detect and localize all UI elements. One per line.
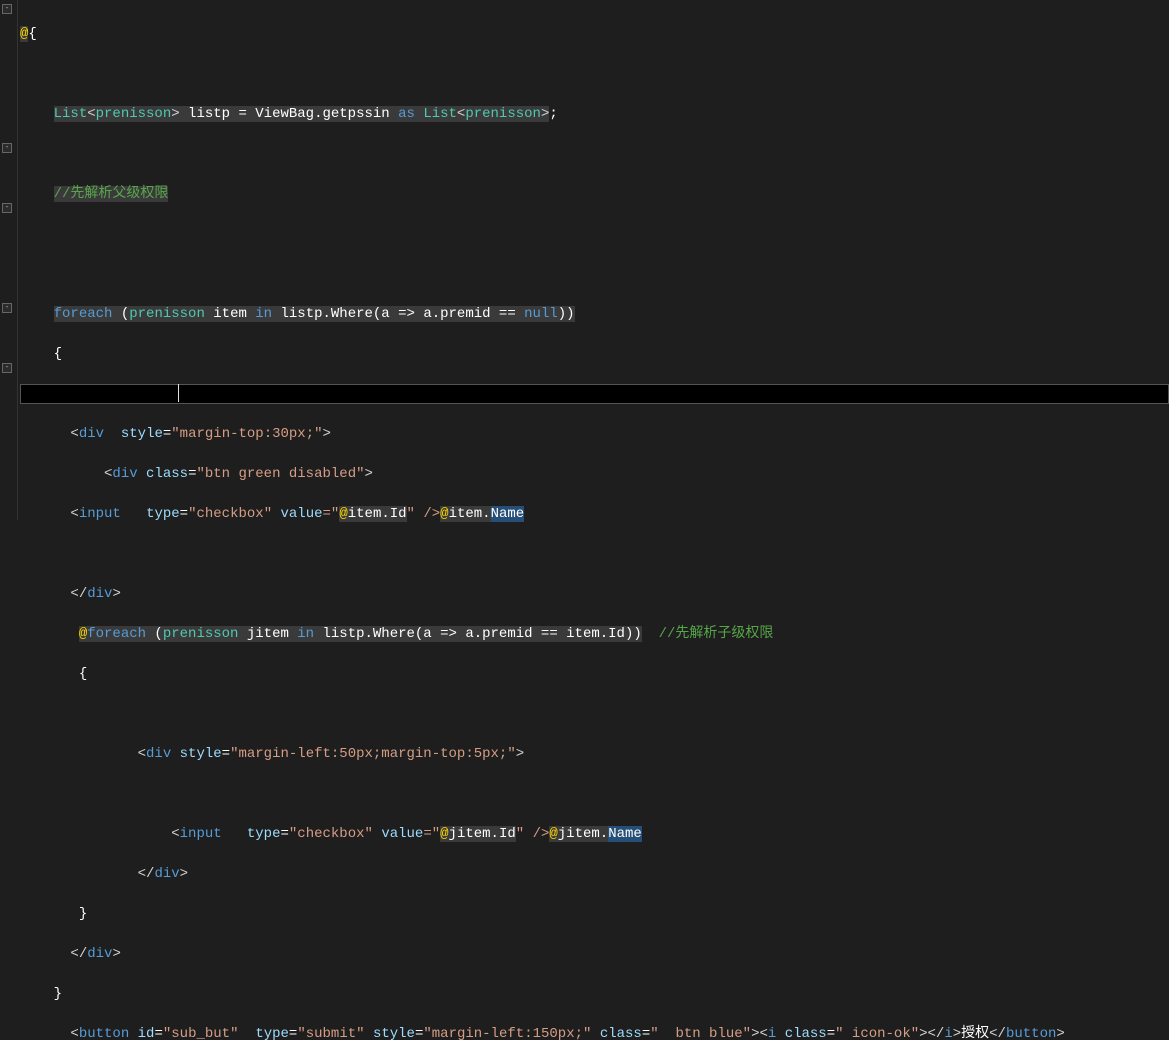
code-line[interactable]: </div> xyxy=(20,944,1065,964)
code-line[interactable] xyxy=(20,144,1065,164)
code-line[interactable]: @foreach (prenisson jitem in listp.Where… xyxy=(20,624,1065,644)
code-line[interactable]: //先解析父级权限 xyxy=(20,184,1065,204)
code-line[interactable]: List<prenisson> listp = ViewBag.getpssin… xyxy=(20,104,1065,124)
code-line[interactable] xyxy=(20,784,1065,804)
code-line[interactable]: </div> xyxy=(20,864,1065,884)
code-line[interactable]: <div style="margin-top:30px;"> xyxy=(20,424,1065,444)
code-line[interactable] xyxy=(20,264,1065,284)
fold-marker-icon[interactable]: - xyxy=(2,4,12,14)
code-line[interactable]: } xyxy=(20,984,1065,1004)
code-line[interactable] xyxy=(20,544,1065,564)
fold-marker-icon[interactable]: - xyxy=(2,143,12,153)
code-line[interactable]: { xyxy=(20,664,1065,684)
code-line[interactable]: <input type="checkbox" value="@jitem.Id"… xyxy=(20,824,1065,844)
code-line[interactable]: <div style="margin-left:50px;margin-top:… xyxy=(20,744,1065,764)
fold-marker-icon[interactable]: - xyxy=(2,303,12,313)
code-line[interactable]: <div class="btn green disabled"> xyxy=(20,464,1065,484)
fold-marker-icon[interactable]: - xyxy=(2,363,12,373)
code-line[interactable] xyxy=(20,224,1065,244)
code-line[interactable] xyxy=(20,384,1065,404)
code-line[interactable]: <input type="checkbox" value="@item.Id" … xyxy=(20,504,1065,524)
code-line[interactable]: <button id="sub_but" type="submit" style… xyxy=(20,1024,1065,1040)
code-line[interactable]: @{ xyxy=(20,24,1065,44)
code-line[interactable]: { xyxy=(20,344,1065,364)
code-line[interactable]: </div> xyxy=(20,584,1065,604)
code-line[interactable]: } xyxy=(20,904,1065,924)
code-editor[interactable]: @{ List<prenisson> listp = ViewBag.getps… xyxy=(20,4,1065,1040)
code-gutter: - - - - - xyxy=(0,0,18,520)
fold-marker-icon[interactable]: - xyxy=(2,203,12,213)
code-line[interactable]: foreach (prenisson item in listp.Where(a… xyxy=(20,304,1065,324)
code-line[interactable] xyxy=(20,704,1065,724)
code-line[interactable] xyxy=(20,64,1065,84)
